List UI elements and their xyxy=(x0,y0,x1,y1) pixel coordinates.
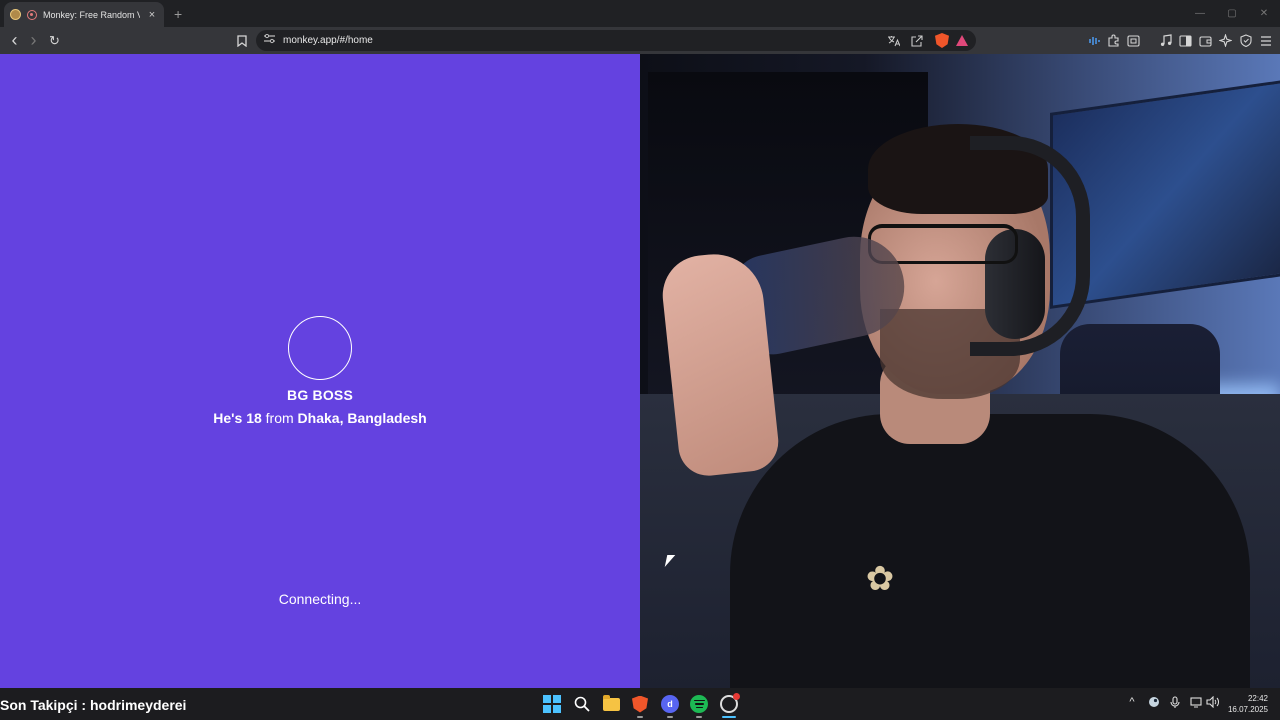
audio-wave-icon[interactable] xyxy=(1085,32,1102,49)
bookmark-icon[interactable] xyxy=(233,32,250,49)
url-text: monkey.app/#/home xyxy=(283,35,373,46)
network-icon[interactable] xyxy=(1188,696,1204,711)
peer-location: Dhaka, Bangladesh xyxy=(297,410,427,426)
obs-studio-icon[interactable] xyxy=(719,693,740,714)
music-note-icon[interactable] xyxy=(1157,32,1174,49)
clock-date: 16.07.2025 xyxy=(1227,705,1268,714)
minimize-button[interactable]: — xyxy=(1184,0,1216,27)
sidebar-icon[interactable] xyxy=(1177,32,1194,49)
address-bar[interactable]: monkey.app/#/home xyxy=(256,30,976,51)
windows-taskbar: Son Takipçi : hodrimeyderei d ^ 22:42 16… xyxy=(0,688,1280,720)
self-camera-feed: ✿ xyxy=(640,54,1280,688)
peer-avatar xyxy=(288,316,352,380)
browser-toolbar: ‹ › ↻ monkey.app/#/home xyxy=(0,27,1280,54)
volume-icon[interactable] xyxy=(1205,695,1221,711)
microphone-icon[interactable] xyxy=(1167,696,1183,712)
peer-from-word: from xyxy=(265,410,294,426)
person-shirt xyxy=(730,414,1250,688)
browser-tab-monkey[interactable]: Monkey: Free Random Video Chat × xyxy=(4,2,164,27)
window-controls: — ▢ ✕ xyxy=(1184,0,1280,27)
spotify-icon[interactable] xyxy=(689,694,709,714)
peer-video-panel: BG BOSS He's 18 from Dhaka, Bangladesh C… xyxy=(0,54,640,688)
peer-age: 18 xyxy=(246,410,262,426)
last-follower-overlay: Son Takipçi : hodrimeyderei xyxy=(0,697,187,713)
shirt-logo-icon: ✿ xyxy=(865,560,895,598)
tab-strip: Monkey: Free Random Video Chat × + — ▢ ✕ xyxy=(0,0,1280,27)
translate-icon[interactable] xyxy=(886,33,901,48)
close-window-button[interactable]: ✕ xyxy=(1248,0,1280,27)
site-info-icon[interactable] xyxy=(264,33,275,47)
brave-browser-icon[interactable] xyxy=(630,694,650,714)
windows-start-icon[interactable] xyxy=(542,694,562,714)
page-content: BG BOSS He's 18 from Dhaka, Bangladesh C… xyxy=(0,54,1280,688)
reload-button[interactable]: ↻ xyxy=(46,32,63,49)
wallet-icon[interactable] xyxy=(1197,32,1214,49)
extensions-icon[interactable] xyxy=(1105,32,1122,49)
show-hidden-icons-chevron-icon[interactable]: ^ xyxy=(1124,696,1140,708)
leo-ai-icon[interactable] xyxy=(1217,32,1234,49)
peer-info: He's 18 from Dhaka, Bangladesh xyxy=(0,410,640,426)
maximize-button[interactable]: ▢ xyxy=(1216,0,1248,27)
tab-title: Monkey: Free Random Video Chat xyxy=(43,9,140,20)
system-clock[interactable]: 22:42 16.07.2025 xyxy=(1228,693,1268,715)
menu-icon[interactable] xyxy=(1257,32,1274,49)
new-tab-button[interactable]: + xyxy=(174,6,182,22)
peer-name: BG BOSS xyxy=(287,387,353,403)
connection-status: Connecting... xyxy=(278,591,362,607)
back-button[interactable]: ‹ xyxy=(6,30,23,50)
vpn-shield-icon[interactable] xyxy=(1237,32,1254,49)
tab-close-icon[interactable]: × xyxy=(146,9,158,21)
spotify-running-indicator xyxy=(696,716,702,718)
clock-time: 22:42 xyxy=(1247,694,1268,703)
discord-icon[interactable]: d xyxy=(660,694,680,714)
file-explorer-icon[interactable] xyxy=(601,694,621,714)
peer-pronoun: He's xyxy=(213,410,243,426)
search-icon[interactable] xyxy=(572,694,592,714)
screenshot-icon[interactable] xyxy=(1125,32,1142,49)
forward-button[interactable]: › xyxy=(25,30,42,50)
share-icon[interactable] xyxy=(909,33,924,48)
discord-running-indicator xyxy=(667,716,673,718)
brave-rewards-icon[interactable] xyxy=(956,35,968,46)
obs-active-indicator xyxy=(722,716,736,718)
steam-tray-icon[interactable] xyxy=(1146,696,1162,711)
audio-playing-icon[interactable] xyxy=(27,9,37,20)
brave-shields-icon[interactable] xyxy=(935,33,949,48)
monkey-favicon-icon xyxy=(10,9,21,20)
brave-running-indicator xyxy=(637,716,643,718)
